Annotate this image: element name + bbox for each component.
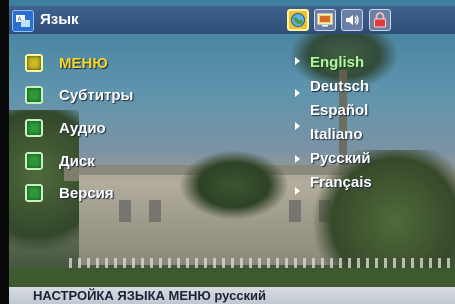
chevron-right-icon xyxy=(295,155,300,163)
language-option-russian[interactable]: Русский xyxy=(310,150,371,167)
menu-item-label: Субтитры xyxy=(59,87,134,104)
chevron-right-icon xyxy=(295,57,300,65)
menu-item-subtitles[interactable]: Субтитры xyxy=(25,84,305,108)
language-menu-icon: A xyxy=(12,10,34,32)
language-option-english[interactable]: English xyxy=(310,54,364,71)
menu-item-disc[interactable]: Диск xyxy=(25,150,305,174)
language-option-deutsch[interactable]: Deutsch xyxy=(310,78,369,95)
menu-item-version[interactable]: Версия xyxy=(25,182,305,206)
menu-bullet-icon xyxy=(25,86,43,104)
tab-audio[interactable] xyxy=(341,9,363,31)
lock-icon xyxy=(374,12,386,28)
status-bar: НАСТРОЙКА ЯЗЫКА МЕНЮ русский xyxy=(9,287,455,304)
menu-bullet-icon xyxy=(25,54,43,72)
language-option-italiano[interactable]: Italiano xyxy=(310,126,363,143)
audio-speaker-icon xyxy=(346,15,359,25)
lawn xyxy=(9,268,455,288)
menu-item-label: МЕНЮ xyxy=(59,55,108,72)
menu-item-audio[interactable]: Аудио xyxy=(25,117,305,141)
display-icon xyxy=(317,13,333,27)
menu-bullet-icon xyxy=(25,184,43,202)
menu-bullet-icon xyxy=(25,119,43,137)
menu-item-menu[interactable]: МЕНЮ xyxy=(25,52,305,76)
tab-display[interactable] xyxy=(314,9,336,31)
menu-item-label: Аудио xyxy=(59,120,106,137)
menu-bullet-icon xyxy=(25,152,43,170)
menu-item-label: Версия xyxy=(59,185,114,202)
tab-language[interactable] xyxy=(287,9,309,31)
language-option-francais[interactable]: Français xyxy=(310,174,372,191)
tab-parental-lock[interactable] xyxy=(369,9,391,31)
language-globe-icon xyxy=(291,13,305,27)
language-option-espanol[interactable]: Español xyxy=(310,102,368,119)
page-title: Язык xyxy=(40,11,79,28)
menu-item-label: Диск xyxy=(59,153,95,170)
chevron-right-icon xyxy=(295,89,300,97)
chevron-right-icon xyxy=(295,122,300,130)
status-text: НАСТРОЙКА ЯЗЫКА МЕНЮ русский xyxy=(33,288,267,303)
chevron-right-icon xyxy=(295,187,300,195)
